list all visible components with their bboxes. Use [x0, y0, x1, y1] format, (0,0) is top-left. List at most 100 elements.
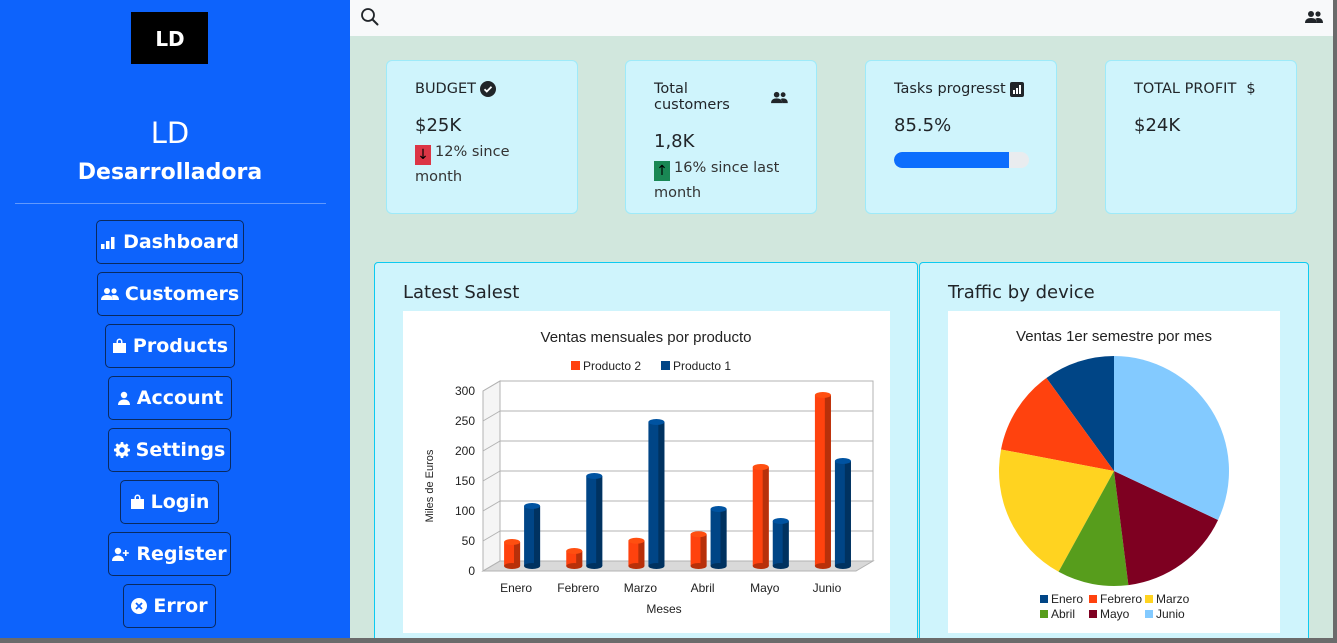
sidebar-item-label: Error [153, 595, 208, 617]
bar-base [814, 563, 831, 569]
legend-swatch [1145, 610, 1153, 618]
sidebar-item-label: Customers [124, 283, 240, 305]
main-content: BUDGET $25K ↓ 12% since month Total custo… [350, 36, 1333, 638]
bar-shade [514, 542, 521, 566]
traffic-chart-container: Ventas 1er semestre por mes Enero Febrero M… [948, 311, 1280, 633]
bar-shade [720, 509, 727, 566]
bar-base [772, 563, 789, 569]
y-tick-label: 0 [468, 564, 475, 578]
bar-shade [700, 534, 707, 566]
user-icon [117, 391, 130, 405]
legend-label: Abril [1051, 607, 1075, 621]
sales-bar-chart: Ventas mensuales por producto Producto 2 P… [424, 329, 875, 616]
logo[interactable]: LD [131, 12, 208, 64]
lock-icon [130, 494, 144, 509]
profit-card: TOTAL PROFIT $ $24K [1105, 60, 1297, 214]
budget-card: BUDGET $25K ↓ 12% since month [386, 60, 578, 214]
sidebar-item-dashboard[interactable]: Dashboard [96, 220, 244, 264]
tasks-progress-card: Tasks progresst 85.5% [865, 60, 1057, 214]
latest-sales-panel: Latest Salest Ventas mensuales por produ… [374, 262, 918, 638]
card-title-text: Total customers [654, 81, 730, 113]
logo-mark: LD [155, 27, 184, 51]
legend-swatch [1145, 595, 1153, 603]
sidebar-item-login[interactable]: Login [120, 480, 219, 524]
chart-title: Ventas mensuales por producto [541, 329, 752, 346]
progress-fill [894, 152, 1010, 168]
card-value: $24K [1134, 115, 1181, 136]
sidebar-item-settings[interactable]: Settings [108, 428, 231, 472]
card-note: ↓ 12% since month [415, 140, 549, 189]
panel-title: Latest Salest [403, 282, 520, 303]
traffic-panel: Traffic by device Ventas 1er semestre po… [919, 262, 1309, 638]
sidebar-item-label: Register [136, 543, 227, 565]
users-icon[interactable] [1305, 9, 1323, 25]
chart-title: Ventas 1er semestre por mes [1016, 328, 1212, 345]
bar-shade [534, 506, 541, 566]
x-tick-label: Enero [500, 581, 532, 595]
sidebar-item-label: Dashboard [123, 231, 239, 253]
bar-cap [690, 531, 707, 538]
users-icon [100, 288, 119, 300]
sidebar-item-customers[interactable]: Customers [97, 272, 243, 316]
card-title: Total customers [654, 81, 788, 113]
x-tick-label: Junio [813, 581, 842, 595]
y-tick-label: 50 [462, 534, 476, 548]
x-circle-icon [131, 598, 148, 614]
legend-label: Junio [1156, 607, 1185, 621]
sidebar-item-label: Products [132, 335, 229, 357]
legend-label: Producto 2 [583, 359, 641, 373]
bar-cap [586, 473, 603, 479]
x-tick-label: Mayo [750, 581, 780, 595]
brand-subtitle: Desarrolladora [77, 160, 263, 185]
legend-swatch [1089, 595, 1097, 603]
search-icon[interactable] [360, 7, 380, 27]
x-axis-label: Meses [646, 602, 681, 616]
legend-label: Febrero [1100, 592, 1142, 606]
card-title: TOTAL PROFIT $ [1134, 81, 1268, 97]
x-tick-label: Marzo [624, 581, 658, 595]
card-note: ↑ 16% since last month [654, 156, 788, 205]
bar-shade [638, 540, 645, 566]
progress-bar [894, 152, 1029, 168]
bar-cap [752, 464, 769, 470]
sidebar-item-account[interactable]: Account [108, 376, 232, 420]
y-tick-label: 200 [455, 444, 475, 458]
y-tick-label: 150 [455, 474, 475, 488]
bar-shade [824, 395, 831, 566]
bar-shade [596, 476, 603, 566]
bar-cap [710, 506, 727, 512]
bar-cap [648, 419, 665, 425]
sidebar: LD LD Desarrolladora Dashboard Customers… [0, 0, 350, 638]
bar-cap [772, 518, 789, 524]
legend-swatch [1040, 595, 1048, 603]
legend-label: Mayo [1100, 607, 1130, 621]
bar-cap [524, 503, 541, 509]
panel-title: Traffic by device [948, 282, 1095, 303]
bag-icon [112, 338, 126, 353]
card-title: BUDGET [415, 81, 549, 97]
bar-chart-icon [1009, 81, 1024, 97]
x-tick-label: Abril [691, 581, 715, 595]
bar-cap [814, 392, 831, 398]
user-plus-icon [112, 547, 130, 561]
arrow-down-icon: ↓ [415, 145, 431, 165]
window-border-bottom [0, 638, 1337, 643]
bar-base [504, 563, 521, 569]
bar-base [752, 563, 769, 569]
legend-swatch [571, 361, 580, 370]
bar-chart-icon [101, 237, 115, 249]
sidebar-item-error[interactable]: Error [123, 584, 216, 628]
sidebar-item-register[interactable]: Register [108, 532, 231, 576]
window-border-right [1333, 0, 1337, 643]
sidebar-item-label: Settings [135, 439, 226, 461]
card-title-text: Tasks progresst [894, 81, 1006, 97]
sidebar-item-label: Login [150, 491, 210, 513]
y-tick-label: 100 [455, 504, 475, 518]
dollar-icon: $ [1246, 81, 1256, 97]
card-title-text: TOTAL PROFIT [1134, 81, 1237, 97]
sidebar-item-products[interactable]: Products [105, 324, 235, 368]
bar-cap [628, 537, 645, 544]
traffic-pie-chart: Ventas 1er semestre por mesEnero Febrero M… [999, 328, 1229, 621]
bar-base [710, 563, 727, 569]
check-circle-icon [479, 81, 496, 97]
